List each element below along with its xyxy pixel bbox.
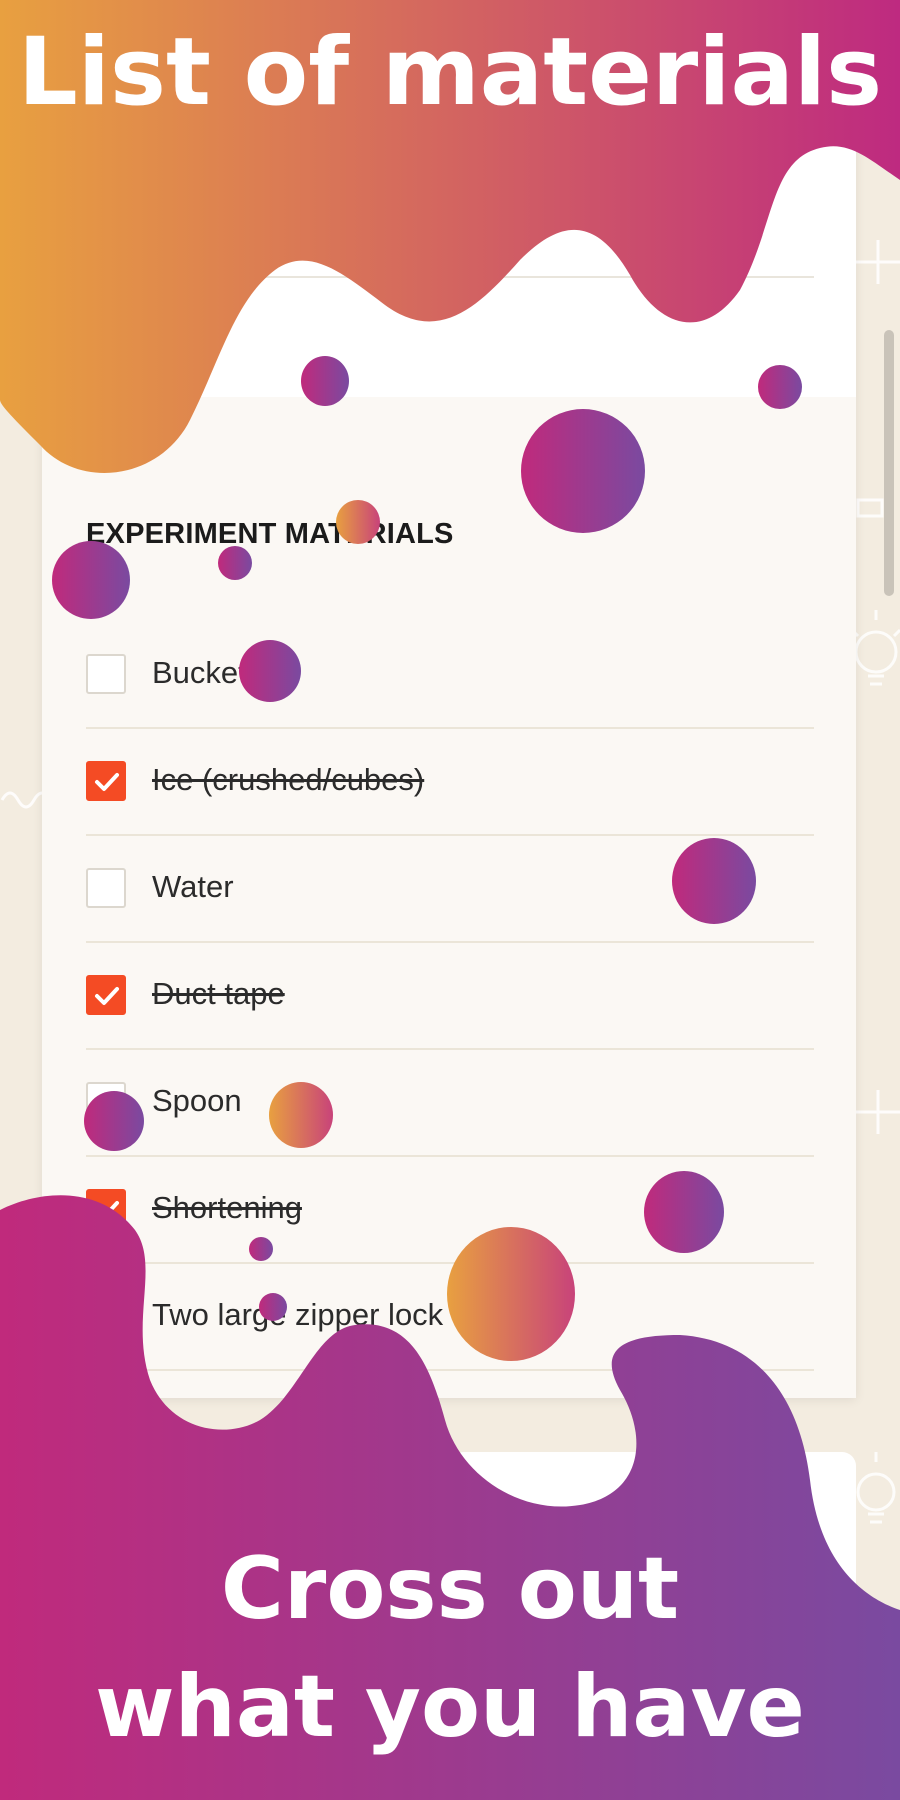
material-item[interactable]: Duct tape [86, 943, 814, 1050]
material-label: Two large zipper lock [152, 1297, 444, 1332]
promo-headline-top: List of materials [17, 18, 883, 127]
material-item[interactable]: Two large zipper lock [86, 1264, 814, 1371]
material-label: Ice (crushed/cubes) [152, 762, 425, 797]
material-label: Shortening [152, 1190, 302, 1225]
checkbox[interactable] [86, 1189, 126, 1229]
checkbox[interactable] [86, 654, 126, 694]
material-label: Bucket [152, 655, 247, 690]
checkbox[interactable] [86, 761, 126, 801]
scrollbar[interactable] [884, 330, 894, 596]
checkbox[interactable] [86, 975, 126, 1015]
material-item[interactable]: Spoon [86, 1050, 814, 1157]
checkbox[interactable] [86, 1296, 126, 1336]
checkbox[interactable] [86, 1082, 126, 1122]
lightbulb-icon [856, 1452, 896, 1524]
material-label: Water [152, 869, 234, 904]
check-icon [95, 1201, 119, 1219]
promo-headline-bottom-line1: Cross out [220, 1539, 680, 1639]
check-icon [95, 773, 119, 791]
material-label: Duct tape [152, 976, 285, 1011]
material-item[interactable]: Shortening [86, 1157, 814, 1264]
checkbox[interactable] [86, 868, 126, 908]
material-item[interactable]: Water [86, 836, 814, 943]
plus-icon [856, 1090, 900, 1134]
divider [86, 276, 814, 278]
promo-headline-bottom: Cross out what you have [0, 1530, 900, 1766]
lightbulb-icon [850, 610, 900, 686]
check-icon [95, 987, 119, 1005]
card-top-section [42, 140, 856, 397]
materials-card: EXPERIMENT MATERIALS Bucket Ice (crushed… [42, 140, 856, 1398]
material-label: Spoon [152, 1083, 242, 1118]
square-outline-icon [856, 498, 884, 518]
promo-headline-bottom-line2: what you have [95, 1657, 805, 1757]
plus-icon [856, 240, 900, 284]
material-item[interactable]: Ice (crushed/cubes) [86, 729, 814, 836]
material-item[interactable]: Bucket [86, 622, 814, 729]
materials-list: Bucket Ice (crushed/cubes) Water Duct ta… [86, 622, 814, 1371]
section-heading: EXPERIMENT MATERIALS [86, 518, 454, 550]
